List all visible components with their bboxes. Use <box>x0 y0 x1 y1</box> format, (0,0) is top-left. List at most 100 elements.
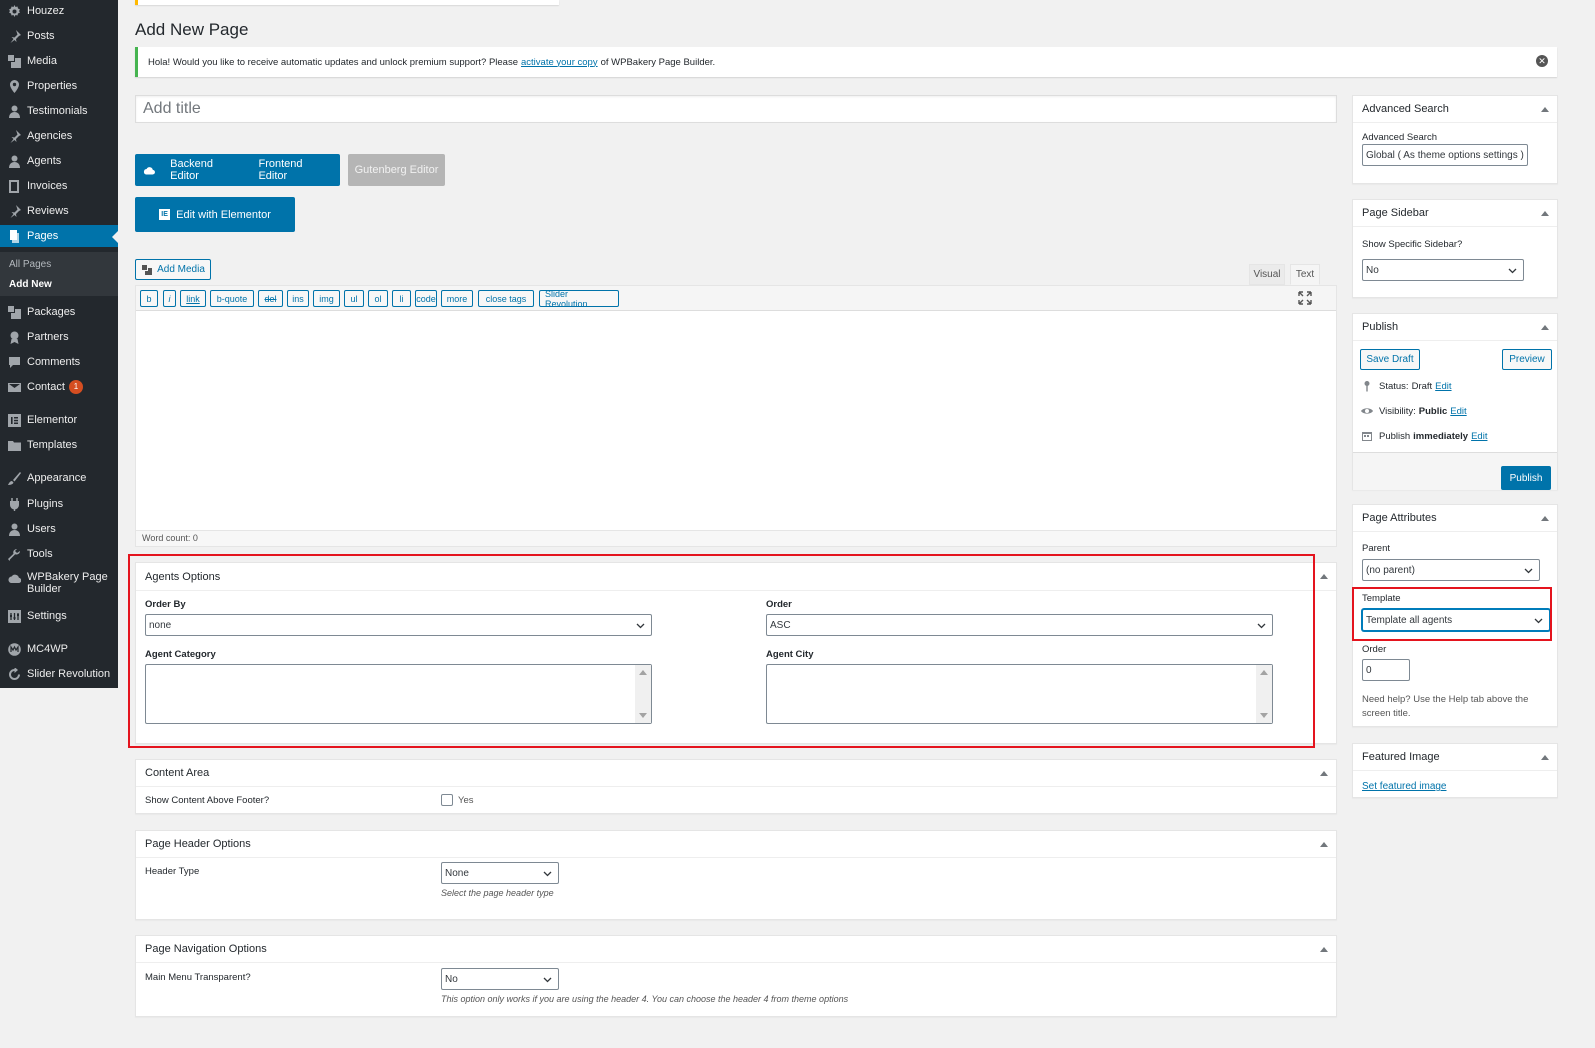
advanced-search-header[interactable]: Advanced Search <box>1353 96 1557 123</box>
sidebar-item-wpbakery-page-builder[interactable]: WPBakery Page Builder <box>0 568 118 598</box>
save-draft-button[interactable]: Save Draft <box>1360 349 1420 370</box>
calendar-icon <box>1362 432 1372 441</box>
top-notice-fragment <box>135 0 559 5</box>
quicktag-img-button[interactable]: img <box>313 290 340 307</box>
sidebar-item-contact[interactable]: Contact 1 <box>0 376 118 398</box>
quicktag-ul-button[interactable]: ul <box>344 290 364 307</box>
publish-metabox: Publish Save Draft Preview Status: Draft… <box>1352 313 1558 490</box>
collapse-toggle-icon[interactable] <box>1541 755 1549 760</box>
header-type-label: Header Type <box>145 866 200 877</box>
sidebar-item-packages[interactable]: Packages <box>0 301 118 323</box>
sidebar-item-users[interactable]: Users <box>0 518 118 540</box>
cloud-icon <box>7 570 21 584</box>
sidebar-item-comments[interactable]: Comments <box>0 351 118 373</box>
quicktag-code-button[interactable]: code <box>415 290 437 307</box>
edit-schedule-link[interactable]: Edit <box>1471 431 1487 442</box>
frontend-editor-button[interactable]: Frontend Editor <box>250 158 340 182</box>
quicktag-b-button[interactable]: b <box>140 290 158 307</box>
editor-switch: Backend Editor Frontend Editor <box>135 154 340 186</box>
content-textarea[interactable] <box>136 312 1336 531</box>
submenu-add-new[interactable]: Add New <box>9 279 52 290</box>
sidebar-item-reviews[interactable]: Reviews <box>0 200 118 222</box>
page-header-metabox: Page Header Options Header Type None Sel… <box>135 830 1337 920</box>
add-media-button[interactable]: Add Media <box>135 259 211 280</box>
quicktag-b-quote-button[interactable]: b-quote <box>210 290 254 307</box>
page-nav-header[interactable]: Page Navigation Options <box>136 936 1336 963</box>
sidebar-item-houzez[interactable]: Houzez <box>0 0 118 22</box>
collapse-toggle-icon[interactable] <box>1320 947 1328 952</box>
media-icon <box>7 54 21 68</box>
dismiss-icon[interactable]: ✕ <box>1536 55 1548 67</box>
title-input[interactable] <box>135 95 1337 123</box>
advanced-search-select[interactable]: Global ( As theme options settings ) <box>1362 144 1528 166</box>
quicktag-ins-button[interactable]: ins <box>287 290 309 307</box>
plugin-icon <box>7 497 21 511</box>
tab-text[interactable]: Text <box>1290 264 1320 285</box>
sidebar-item-slider-revolution[interactable]: Slider Revolution <box>0 663 118 685</box>
sidebar-item-tools[interactable]: Tools <box>0 543 118 565</box>
sidebar-item-partners[interactable]: Partners <box>0 326 118 348</box>
quicktag-li-button[interactable]: li <box>392 290 411 307</box>
sidebar-item-properties[interactable]: Properties <box>0 75 118 97</box>
backend-editor-button[interactable]: Backend Editor <box>162 158 250 182</box>
show-specific-sidebar-select[interactable]: No <box>1362 259 1524 281</box>
sidebar-item-settings[interactable]: Settings <box>0 605 118 627</box>
sidebar-item-elementor[interactable]: Elementor <box>0 409 118 431</box>
featured-image-header[interactable]: Featured Image <box>1353 744 1557 771</box>
collapse-toggle-icon[interactable] <box>1320 842 1328 847</box>
gutenberg-editor-button[interactable]: Gutenberg Editor <box>348 154 445 186</box>
sidebar-item-label: Posts <box>27 30 55 42</box>
preview-button[interactable]: Preview <box>1502 349 1552 370</box>
fullscreen-icon[interactable] <box>1298 291 1312 305</box>
activate-link[interactable]: activate your copy <box>521 57 598 68</box>
show-specific-sidebar-value: No <box>1366 264 1379 276</box>
sidebar-item-plugins[interactable]: Plugins <box>0 493 118 515</box>
parent-select[interactable]: (no parent) <box>1362 559 1540 581</box>
publish-header[interactable]: Publish <box>1353 314 1557 341</box>
sidebar-item-media[interactable]: Media <box>0 50 118 72</box>
edit-visibility-link[interactable]: Edit <box>1450 406 1466 417</box>
quicktag-more-button[interactable]: more <box>441 290 473 307</box>
quicktag-ol-button[interactable]: ol <box>368 290 388 307</box>
publish-button[interactable]: Publish <box>1501 466 1551 490</box>
sidebar-item-testimonials[interactable]: Testimonials <box>0 100 118 122</box>
collapse-toggle-icon[interactable] <box>1541 211 1549 216</box>
editor-box: b i link b-quote del ins img ul ol li code more clos… <box>135 285 1337 547</box>
collapse-toggle-icon[interactable] <box>1541 516 1549 521</box>
sidebar-item-mc4wp[interactable]: MC4WP <box>0 638 118 660</box>
collapse-toggle-icon[interactable] <box>1541 107 1549 112</box>
sidebar-item-appearance[interactable]: Appearance <box>0 467 118 489</box>
page-sidebar-header[interactable]: Page Sidebar <box>1353 200 1557 227</box>
sidebar-item-invoices[interactable]: Invoices <box>0 175 118 197</box>
edit-with-elementor-button[interactable]: IE Edit with Elementor <box>135 197 295 232</box>
tab-visual[interactable]: Visual <box>1249 264 1285 285</box>
sidebar-item-agents[interactable]: Agents <box>0 150 118 172</box>
collapse-toggle-icon[interactable] <box>1320 771 1328 776</box>
header-type-select[interactable]: None <box>441 862 559 884</box>
quicktag-close-tags-button[interactable]: close tags <box>478 290 534 307</box>
sidebar-item-posts[interactable]: Posts <box>0 25 118 47</box>
set-featured-image-link[interactable]: Set featured image <box>1362 781 1447 792</box>
show-content-checkbox[interactable] <box>441 794 453 806</box>
edit-status-link[interactable]: Edit <box>1435 381 1451 392</box>
parent-value: (no parent) <box>1366 564 1415 576</box>
sidebar-item-label: Invoices <box>27 180 68 192</box>
submenu-all-pages[interactable]: All Pages <box>9 259 51 270</box>
main-menu-transparent-select[interactable]: No <box>441 968 559 990</box>
page-attributes-help: Need help? Use the Help tab above the sc… <box>1362 694 1529 719</box>
sidebar-item-pages[interactable]: Pages <box>0 225 118 247</box>
quicktag-slider-revolution-button[interactable]: Slider Revolution <box>539 289 619 309</box>
collapse-toggle-icon[interactable] <box>1320 574 1328 579</box>
sidebar-item-label: Testimonials <box>27 105 88 117</box>
collapse-toggle-icon[interactable] <box>1541 325 1549 330</box>
quicktag-link-button[interactable]: link <box>180 290 206 307</box>
page-header-header[interactable]: Page Header Options <box>136 831 1336 858</box>
sidebar-item-agencies[interactable]: Agencies <box>0 125 118 147</box>
sidebar-item-templates[interactable]: Templates <box>0 434 118 456</box>
quicktag-del-button[interactable]: del <box>258 290 283 307</box>
quicktag-i-button[interactable]: i <box>163 290 176 307</box>
sidebar-item-label: Properties <box>27 80 78 92</box>
content-area-header[interactable]: Content Area <box>136 760 1336 787</box>
order-attr-input[interactable]: 0 <box>1362 659 1410 681</box>
page-attributes-header[interactable]: Page Attributes <box>1353 505 1557 532</box>
